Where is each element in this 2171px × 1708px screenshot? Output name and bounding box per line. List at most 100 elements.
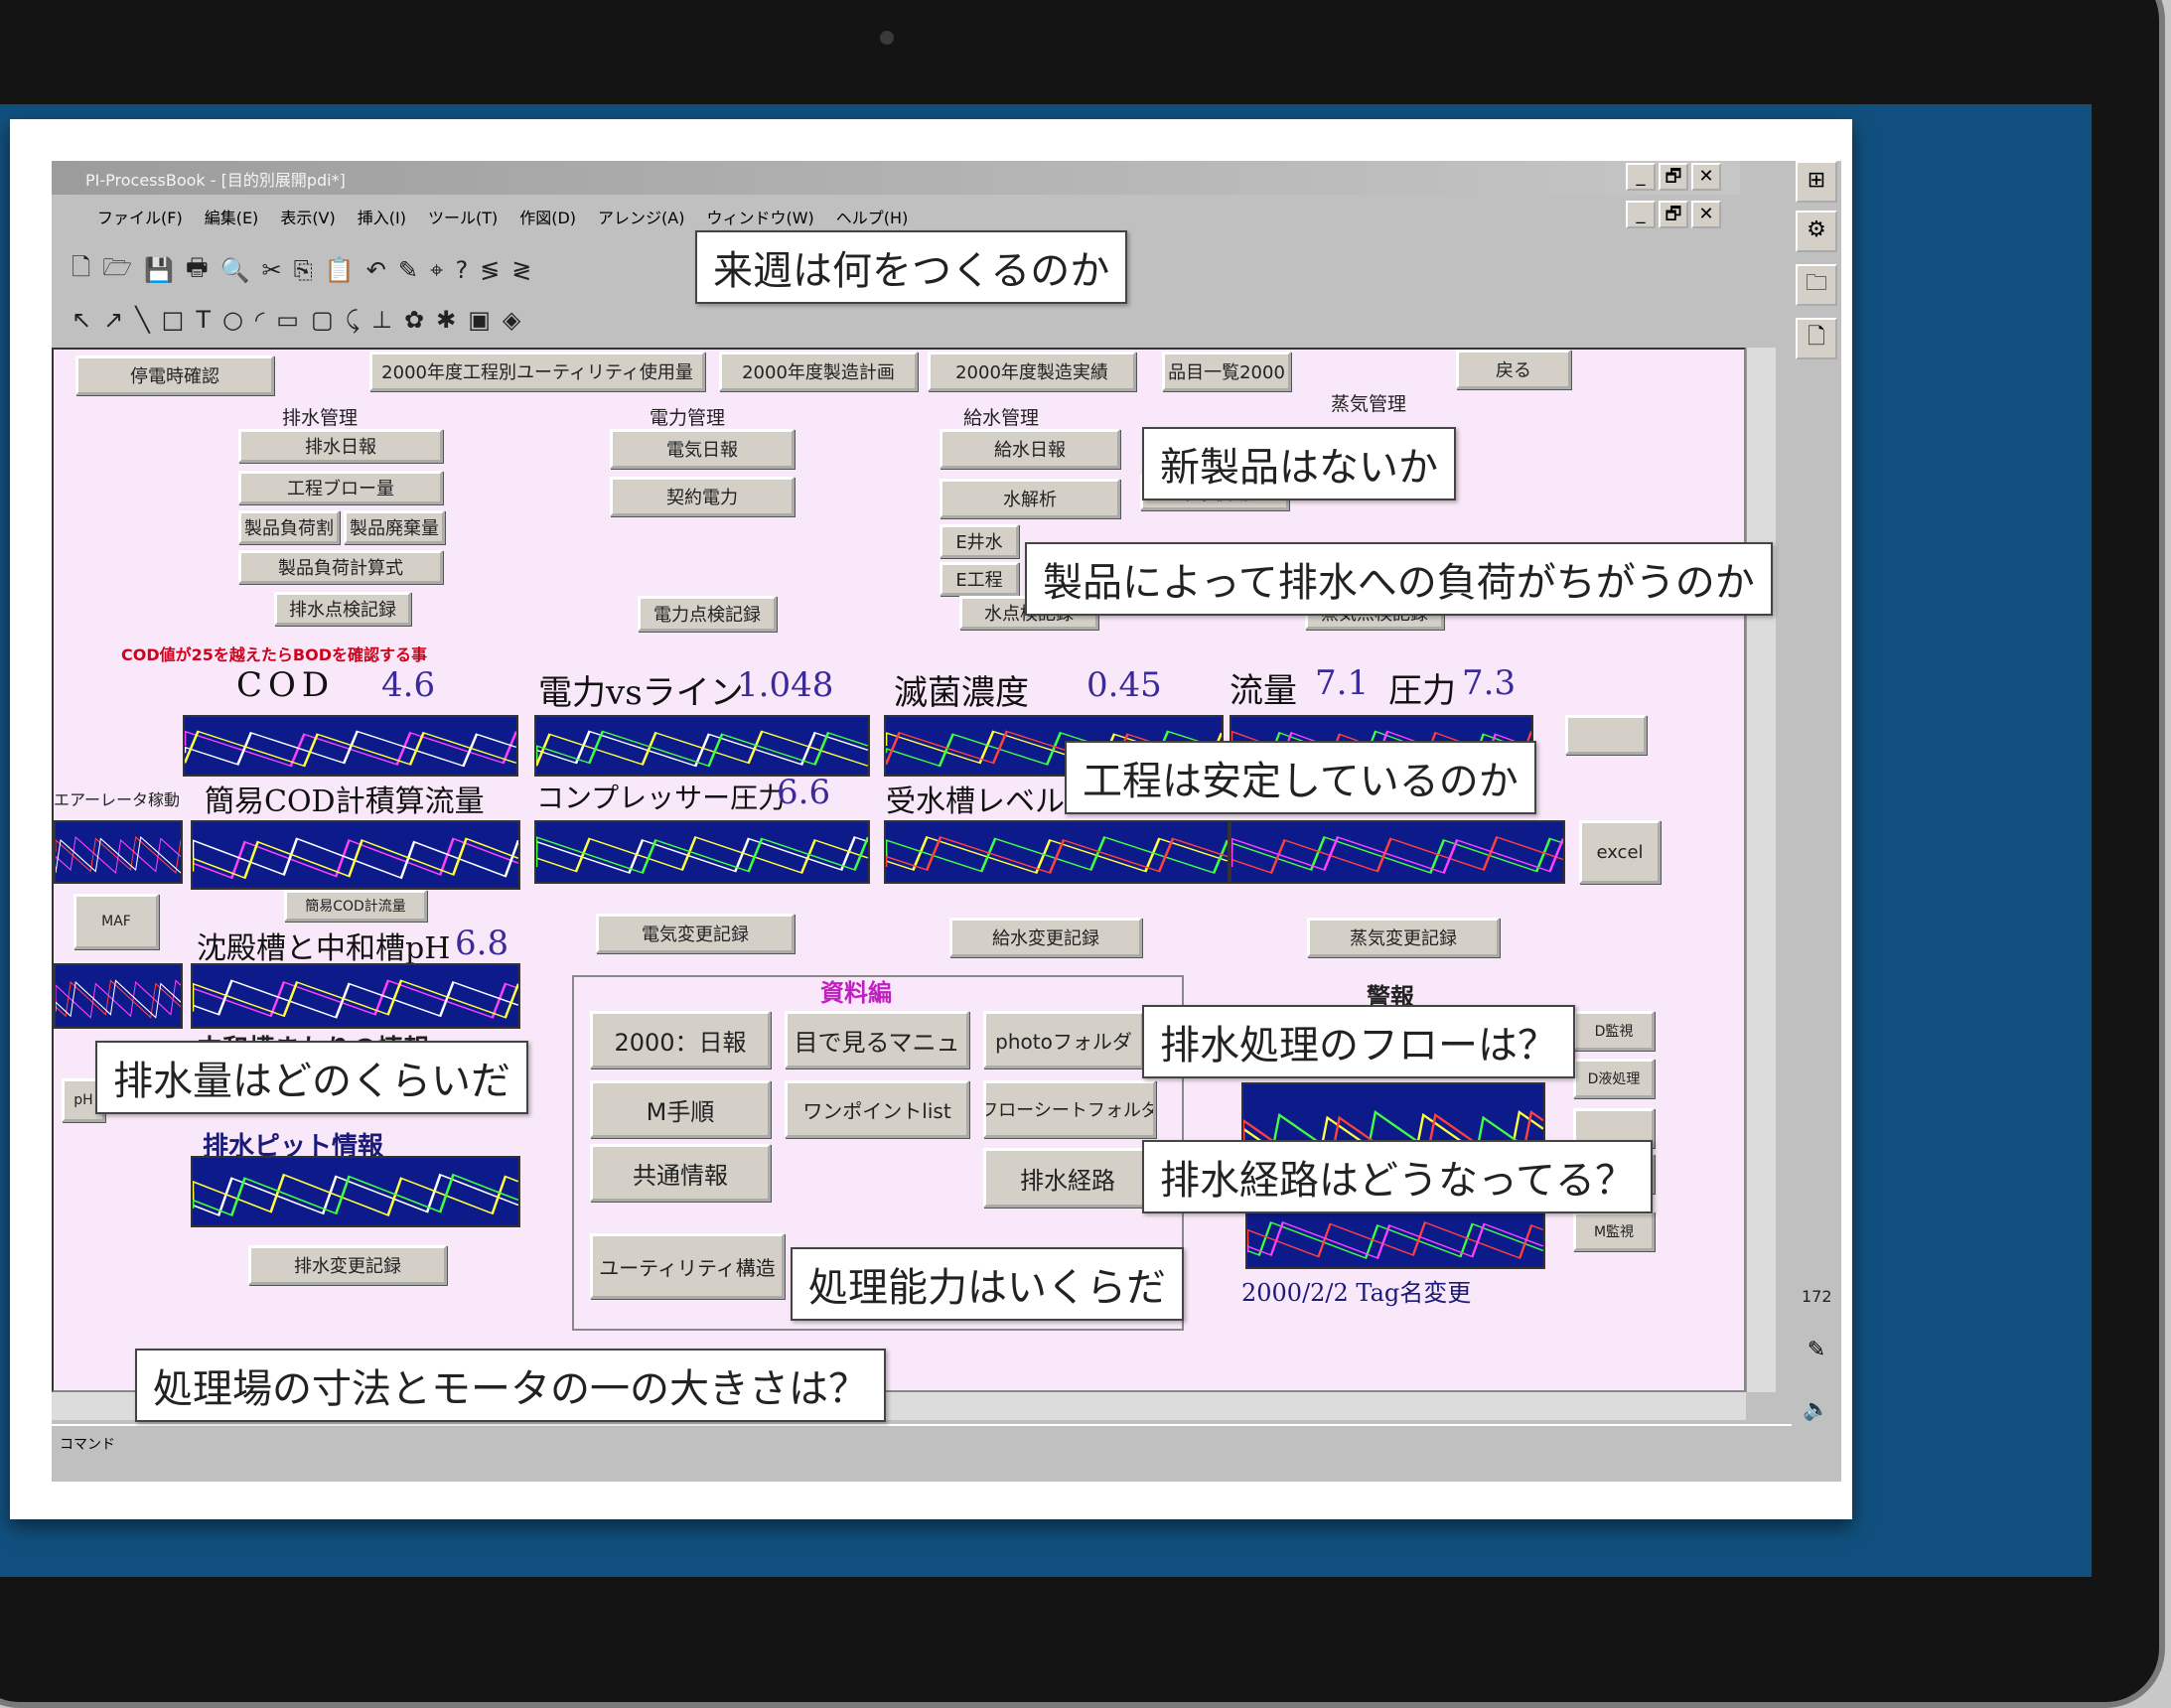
menu-item[interactable]: 挿入(I) (358, 205, 406, 227)
utility-structure-button[interactable]: ユーティリティ構造 (590, 1233, 785, 1299)
toolbar-icon[interactable]: ○ (222, 306, 243, 334)
steam-trend[interactable] (1230, 820, 1565, 884)
menu-item[interactable]: ヘルプ(H) (836, 205, 909, 227)
item-list-button[interactable]: 品目一覧2000 (1162, 352, 1291, 391)
vertical-scrollbar[interactable] (1746, 348, 1776, 1392)
toolbar-icon[interactable]: ▣ (468, 306, 491, 334)
common-info-button[interactable]: 共通情報 (590, 1144, 771, 1202)
ph-trend[interactable] (191, 963, 520, 1029)
toolbar-icon[interactable]: ↗ (103, 306, 123, 334)
toolbar-icon[interactable]: ≷ (511, 256, 531, 284)
alarm-trend-2[interactable] (1245, 1206, 1545, 1269)
water-analysis-button[interactable]: 水解析 (940, 479, 1120, 518)
toolbar-icon[interactable]: ╲ (135, 306, 149, 334)
power-inspection-button[interactable]: 電力点検記録 (638, 596, 777, 632)
cod-trend[interactable] (183, 715, 518, 777)
steam-change-button[interactable]: 蒸気変更記録 (1307, 918, 1500, 957)
note-drain-volume: 排水量はどのくらいだ (95, 1041, 528, 1114)
menu-item[interactable]: 編集(E) (205, 205, 259, 227)
close-button[interactable]: ✕ (1691, 163, 1721, 191)
menu-item[interactable]: ツール(T) (428, 205, 498, 227)
haisui-daily-button[interactable]: 排水日報 (238, 429, 443, 463)
drain-route-button[interactable]: 排水経路 (983, 1148, 1152, 1208)
pen-icon[interactable]: ✎ (1796, 1333, 1837, 1374)
toolbar-icon[interactable]: 💾 (144, 256, 174, 284)
menu-item[interactable]: ファイル(F) (97, 205, 183, 227)
electric-change-button[interactable]: 電気変更記録 (596, 914, 795, 953)
toolbar-icon[interactable]: T (196, 306, 211, 334)
back-button[interactable]: 戻る (1456, 350, 1571, 389)
toolbar-icon[interactable]: ✱ (436, 306, 456, 334)
simple-cod-calc-button[interactable]: 簡易COD計流量 (284, 890, 427, 922)
maximize-button[interactable]: 🗗 (1659, 163, 1688, 191)
toolbar-icon[interactable]: ▭ (276, 306, 299, 334)
speaker-icon[interactable]: 🔈 (1796, 1392, 1837, 1434)
visual-manual-button[interactable]: 目で見るマニュ (785, 1011, 969, 1068)
toolbar-icon[interactable]: ⊥ (371, 306, 392, 334)
pit-trend[interactable] (191, 1156, 520, 1227)
toolbar-icon[interactable]: ⎘ (294, 256, 313, 284)
tank-level-trend[interactable] (884, 820, 1230, 884)
toolbar-icon[interactable]: ✿ (404, 306, 424, 334)
toolbar-icon[interactable]: ▢ (311, 306, 334, 334)
menu-item[interactable]: アレンジ(A) (598, 205, 684, 227)
d-liquid-button[interactable]: D液処理 (1573, 1059, 1655, 1098)
menu-item[interactable]: ウィンドウ(W) (706, 205, 813, 227)
toolbar-icon[interactable]: 📋 (325, 256, 355, 284)
teiden-button[interactable]: 停電時確認 (75, 356, 274, 395)
toolbar-icon[interactable]: ✂ (262, 256, 282, 284)
maf-button[interactable]: MAF (73, 894, 159, 949)
aerator-trend[interactable] (54, 820, 183, 884)
toolbar-icon[interactable]: 🗋 (72, 250, 90, 291)
m-procedure-button[interactable]: M手順 (590, 1080, 771, 1138)
power-trend[interactable] (534, 715, 870, 777)
water-daily-button[interactable]: 給水日報 (940, 429, 1120, 469)
excel-button[interactable]: excel (1579, 820, 1661, 884)
haisui-change-button[interactable]: 排水変更記録 (248, 1245, 447, 1285)
toolbar-icon[interactable]: 🗁 (102, 250, 132, 291)
utility-usage-button[interactable]: 2000年度工程別ユーティリティ使用量 (369, 352, 705, 391)
production-actual-button[interactable]: 2000年度製造実績 (928, 352, 1136, 391)
flow-side-button[interactable] (1565, 715, 1647, 755)
note-capacity: 処理能力はいくらだ (791, 1247, 1184, 1321)
toolbar-icon[interactable]: ◜ (255, 306, 264, 334)
folder-icon[interactable]: 🗀 (1796, 264, 1837, 306)
toolbar-icon[interactable]: ◈ (503, 306, 520, 334)
simple-cod-trend[interactable] (191, 820, 520, 890)
link-icon[interactable]: ⚙ (1796, 211, 1837, 252)
minimize-button[interactable]: _ (1626, 163, 1656, 191)
compressor-trend[interactable] (534, 820, 870, 884)
contract-power-button[interactable]: 契約電力 (610, 477, 795, 516)
product-load-button[interactable]: 製品負荷割 (238, 510, 340, 544)
photo-folder-button[interactable]: photoフォルダ (983, 1011, 1144, 1068)
onepoint-list-button[interactable]: ワンポイントlist (785, 1080, 969, 1138)
d-monitor-button[interactable]: D監視 (1573, 1011, 1655, 1051)
m-monitor-button[interactable]: M監視 (1573, 1211, 1655, 1251)
water-change-button[interactable]: 給水変更記録 (949, 918, 1142, 957)
toolbar-icon[interactable]: ≶ (480, 256, 500, 284)
pi-icon[interactable]: ⊞ (1796, 161, 1837, 203)
toolbar-icon[interactable]: ↖ (72, 306, 91, 334)
flowsheet-folder-button[interactable]: フローシートフォルダ (983, 1080, 1156, 1138)
menu-item[interactable]: 作図(D) (519, 205, 576, 227)
electric-daily-button[interactable]: 電気日報 (610, 429, 795, 469)
toolbar-icon[interactable]: ⌖ (430, 256, 444, 284)
product-waste-button[interactable]: 製品廃棄量 (344, 510, 445, 544)
production-plan-button[interactable]: 2000年度製造計画 (719, 352, 918, 391)
ph-trend-small[interactable] (54, 963, 183, 1029)
load-formula-button[interactable]: 製品負荷計算式 (238, 550, 443, 584)
toolbar-icon[interactable]: ⤹ (346, 306, 360, 334)
haisui-inspection-button[interactable]: 排水点検記録 (274, 592, 411, 626)
toolbar-icon[interactable]: □ (162, 306, 185, 334)
e-process-button[interactable]: E工程 (940, 562, 1019, 596)
process-blow-button[interactable]: 工程ブロー量 (238, 471, 443, 504)
menu-item[interactable]: 表示(V) (280, 205, 335, 227)
toolbar-icon[interactable]: ↶ (366, 256, 386, 284)
page-icon[interactable]: 🗋 (1796, 318, 1837, 359)
toolbar-icon[interactable]: ? (455, 256, 468, 284)
toolbar-icon[interactable]: 🔍 (220, 256, 250, 284)
e-well-button[interactable]: E井水 (940, 524, 1019, 558)
toolbar-icon[interactable]: ✎ (398, 256, 418, 284)
daily-report-button[interactable]: 2000：日報 (590, 1011, 771, 1068)
toolbar-icon[interactable]: 🖶 (186, 250, 209, 291)
